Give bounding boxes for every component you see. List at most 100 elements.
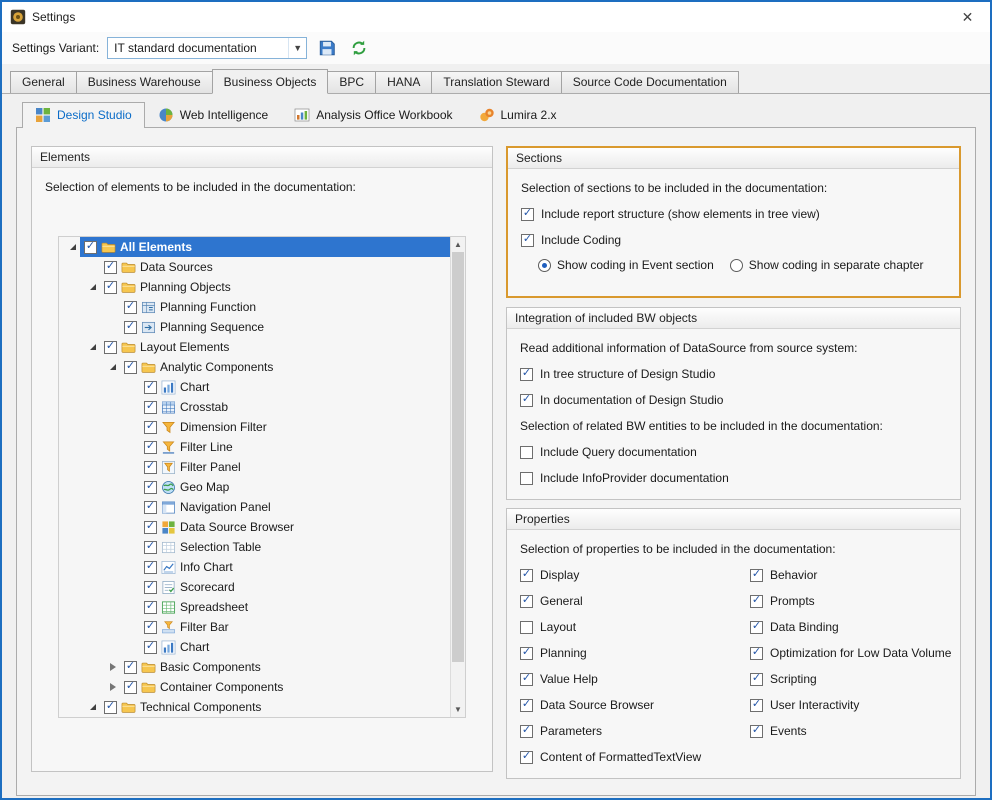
checkbox-data-source-browser[interactable]: Data Source Browser [520, 698, 737, 712]
checkbox[interactable] [104, 281, 117, 294]
tree-item-planning-objects[interactable]: Planning Objects [59, 277, 450, 297]
tab-hana[interactable]: HANA [375, 71, 432, 93]
checkbox-optimization-for-low-data-volume[interactable]: Optimization for Low Data Volume [750, 646, 951, 660]
checkbox-planning[interactable]: Planning [520, 646, 737, 660]
scroll-down-icon[interactable] [451, 702, 465, 717]
checkbox[interactable] [520, 673, 533, 686]
tree-item-selection-table[interactable]: Selection Table [59, 537, 450, 557]
tab-general[interactable]: General [10, 71, 77, 93]
checkbox[interactable] [750, 621, 763, 634]
tree-item-chart[interactable]: Chart [59, 637, 450, 657]
tree-item-data-source-browser[interactable]: Data Source Browser [59, 517, 450, 537]
expand-arrow-icon[interactable] [105, 657, 120, 677]
checkbox[interactable] [104, 701, 117, 714]
tree-item-technical-components[interactable]: Technical Components [59, 697, 450, 717]
tree-item-chart[interactable]: Chart [59, 377, 450, 397]
tree-item-geo-map[interactable]: Geo Map [59, 477, 450, 497]
checkbox-in-documentation-of-design-studio[interactable]: In documentation of Design Studio [520, 393, 960, 407]
radio-button[interactable] [538, 259, 551, 272]
tree-item-dimension-filter[interactable]: Dimension Filter [59, 417, 450, 437]
collapse-arrow-icon[interactable] [105, 357, 120, 377]
tab-business-objects[interactable]: Business Objects [212, 69, 329, 94]
checkbox[interactable] [520, 751, 533, 764]
checkbox[interactable] [144, 521, 157, 534]
scroll-up-icon[interactable] [451, 237, 465, 252]
checkbox-include-report-structure-show-elements-in-tree-view[interactable]: Include report structure (show elements … [521, 207, 959, 221]
tab-business-warehouse[interactable]: Business Warehouse [76, 71, 213, 93]
checkbox[interactable] [144, 461, 157, 474]
checkbox[interactable] [144, 441, 157, 454]
checkbox[interactable] [520, 595, 533, 608]
radio-show-coding-in-event-section[interactable]: Show coding in Event section [538, 258, 714, 272]
tree-item-data-sources[interactable]: Data Sources [59, 257, 450, 277]
checkbox[interactable] [124, 301, 137, 314]
checkbox[interactable] [520, 394, 533, 407]
checkbox[interactable] [521, 234, 534, 247]
checkbox-in-tree-structure-of-design-studio[interactable]: In tree structure of Design Studio [520, 367, 960, 381]
tree-item-analytic-components[interactable]: Analytic Components [59, 357, 450, 377]
tree-item-filter-panel[interactable]: Filter Panel [59, 457, 450, 477]
tab-design-studio[interactable]: Design Studio [22, 102, 145, 128]
checkbox[interactable] [520, 472, 533, 485]
checkbox[interactable] [750, 647, 763, 660]
checkbox[interactable] [144, 601, 157, 614]
scroll-track[interactable] [451, 252, 465, 702]
checkbox[interactable] [104, 341, 117, 354]
checkbox-include-query-documentation[interactable]: Include Query documentation [520, 445, 960, 459]
checkbox-layout[interactable]: Layout [520, 620, 737, 634]
checkbox[interactable] [104, 261, 117, 274]
collapse-arrow-icon[interactable] [85, 277, 100, 297]
tree-item-crosstab[interactable]: Crosstab [59, 397, 450, 417]
checkbox[interactable] [124, 361, 137, 374]
checkbox-include-coding[interactable]: Include Coding [521, 233, 959, 247]
checkbox[interactable] [144, 501, 157, 514]
tree-item-basic-components[interactable]: Basic Components [59, 657, 450, 677]
tree-item-navigation-panel[interactable]: Navigation Panel [59, 497, 450, 517]
checkbox-user-interactivity[interactable]: User Interactivity [750, 698, 951, 712]
tree-item-container-components[interactable]: Container Components [59, 677, 450, 697]
chevron-down-icon[interactable] [288, 38, 306, 58]
checkbox[interactable] [750, 699, 763, 712]
checkbox[interactable] [144, 421, 157, 434]
tree-item-layout-elements[interactable]: Layout Elements [59, 337, 450, 357]
checkbox[interactable] [520, 368, 533, 381]
checkbox-prompts[interactable]: Prompts [750, 594, 951, 608]
tree-item-all-elements[interactable]: All Elements [59, 237, 450, 257]
checkbox[interactable] [750, 595, 763, 608]
checkbox[interactable] [144, 621, 157, 634]
checkbox[interactable] [520, 725, 533, 738]
tree-scrollbar[interactable] [450, 237, 465, 717]
checkbox[interactable] [144, 581, 157, 594]
checkbox[interactable] [520, 699, 533, 712]
scroll-thumb[interactable] [452, 252, 464, 662]
checkbox-parameters[interactable]: Parameters [520, 724, 737, 738]
collapse-arrow-icon[interactable] [65, 237, 80, 257]
checkbox-display[interactable]: Display [520, 568, 737, 582]
checkbox-content-of-formattedtextview[interactable]: Content of FormattedTextView [520, 750, 737, 764]
checkbox[interactable] [520, 569, 533, 582]
tab-lumira-2-x[interactable]: Lumira 2.x [466, 102, 570, 128]
checkbox[interactable] [750, 725, 763, 738]
save-button[interactable] [315, 36, 339, 60]
collapse-arrow-icon[interactable] [85, 337, 100, 357]
checkbox[interactable] [144, 401, 157, 414]
tree-item-spreadsheet[interactable]: Spreadsheet [59, 597, 450, 617]
tab-analysis-office-workbook[interactable]: Analysis Office Workbook [281, 102, 465, 128]
radio-show-coding-in-separate-chapter[interactable]: Show coding in separate chapter [730, 258, 924, 272]
tab-web-intelligence[interactable]: Web Intelligence [145, 102, 282, 128]
expand-arrow-icon[interactable] [105, 677, 120, 697]
tab-bpc[interactable]: BPC [327, 71, 376, 93]
checkbox[interactable] [144, 561, 157, 574]
checkbox-general[interactable]: General [520, 594, 737, 608]
tree-item-info-chart[interactable]: Info Chart [59, 557, 450, 577]
checkbox[interactable] [750, 673, 763, 686]
settings-variant-select[interactable]: IT standard documentation [107, 37, 307, 59]
tab-translation-steward[interactable]: Translation Steward [431, 71, 561, 93]
refresh-button[interactable] [347, 36, 371, 60]
tab-source-code-documentation[interactable]: Source Code Documentation [561, 71, 739, 93]
checkbox-include-infoprovider-documentation[interactable]: Include InfoProvider documentation [520, 471, 960, 485]
checkbox-value-help[interactable]: Value Help [520, 672, 737, 686]
tree-item-planning-sequence[interactable]: Planning Sequence [59, 317, 450, 337]
checkbox[interactable] [144, 381, 157, 394]
tree-item-filter-line[interactable]: Filter Line [59, 437, 450, 457]
